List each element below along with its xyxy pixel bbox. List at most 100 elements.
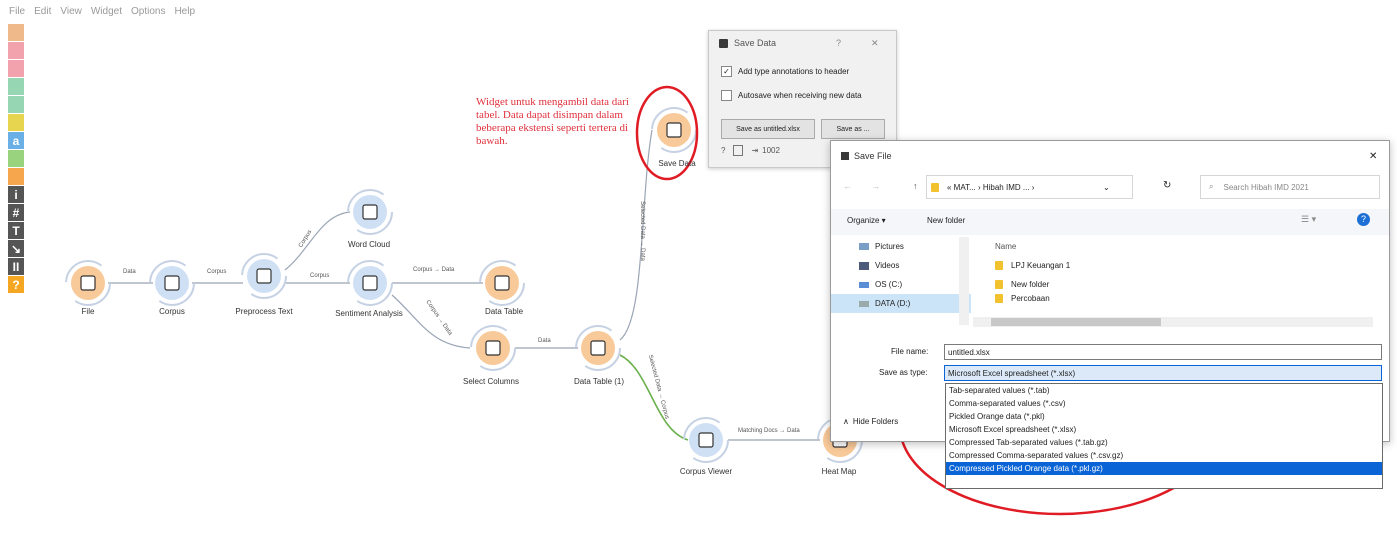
- search-placeholder: Search Hibah IMD 2021: [1223, 182, 1309, 192]
- forward-arrow-icon[interactable]: →: [871, 181, 880, 191]
- navigation-pane: Pictures Videos OS (C:) DATA (D:): [831, 237, 971, 325]
- option-autosave-label: Autosave when receiving new data: [738, 90, 862, 100]
- nav-item-os-c[interactable]: OS (C:): [831, 275, 971, 294]
- status-bar: ? ⇥ 1002: [721, 145, 780, 156]
- node-label-wordcloud: Word Cloud: [347, 240, 391, 249]
- save-as-button[interactable]: Save as ...: [821, 119, 885, 139]
- file-item-percobaan[interactable]: Percobaan: [981, 294, 1371, 304]
- table-icon: [494, 275, 510, 291]
- nav-osc-label: OS (C:): [875, 280, 903, 289]
- hide-folders-label: Hide Folders: [852, 417, 899, 426]
- help-icon[interactable]: ?: [721, 146, 725, 155]
- view-options-icon[interactable]: ☰ ▾: [1301, 214, 1316, 225]
- file-type-option[interactable]: Compressed Comma-separated values (*.csv…: [946, 449, 1382, 462]
- folder-icon: [931, 182, 939, 192]
- file-type-option[interactable]: Compressed Tab-separated values (*.tab.g…: [946, 436, 1382, 449]
- help-circle-icon[interactable]: ?: [1357, 213, 1370, 226]
- file-list: Name LPJ Keuangan 1 New folder Percobaan: [981, 237, 1371, 325]
- status-count: 1002: [762, 146, 780, 155]
- table-icon: [590, 340, 606, 356]
- node-label-datatable: Data Table: [484, 307, 524, 316]
- folder-icon: [995, 261, 1003, 270]
- corpus-icon: [164, 275, 180, 291]
- report-icon[interactable]: [733, 145, 744, 156]
- nav-scrollbar[interactable]: [959, 237, 969, 325]
- savetype-label: Save as type:: [879, 368, 928, 377]
- node-selectcolumns[interactable]: [470, 325, 516, 371]
- file-type-option[interactable]: Microsoft Excel spreadsheet (*.xlsx): [946, 423, 1382, 436]
- savetype-value: Microsoft Excel spreadsheet (*.xlsx): [948, 368, 1076, 378]
- filename-value: untitled.xlsx: [948, 347, 990, 357]
- node-preprocess[interactable]: [241, 253, 287, 299]
- node-savedata[interactable]: [651, 107, 697, 153]
- save-data-titlebar[interactable]: Save Data ? ✕: [709, 31, 896, 55]
- node-label-heatmap: Heat Map: [821, 467, 857, 476]
- savetype-select[interactable]: Microsoft Excel spreadsheet (*.xlsx): [944, 365, 1382, 381]
- scroll-thumb[interactable]: [991, 318, 1161, 326]
- nav-item-data-d[interactable]: DATA (D:): [831, 294, 971, 313]
- pictures-icon: [859, 243, 869, 250]
- node-label-selectcolumns: Select Columns: [462, 377, 520, 386]
- word-cloud-icon: [362, 204, 378, 220]
- save-data-close-button[interactable]: ✕: [871, 38, 879, 49]
- save-file-close-button[interactable]: ✕: [1369, 151, 1377, 162]
- filename-input[interactable]: untitled.xlsx: [944, 344, 1382, 360]
- file-type-option[interactable]: Tab-separated values (*.tab): [946, 384, 1382, 397]
- annotation-text[interactable]: Widget untuk mengambil data dari tabel. …: [476, 96, 651, 148]
- search-input[interactable]: ⌕ Search Hibah IMD 2021: [1200, 175, 1380, 199]
- drive-icon: [859, 300, 869, 307]
- nav-datad-label: DATA (D:): [875, 299, 911, 308]
- save-file-titlebar[interactable]: Save File: [841, 151, 892, 161]
- save-as-untitled-button[interactable]: Save as untitled.xlsx: [721, 119, 815, 139]
- folder-icon: [995, 280, 1003, 289]
- organize-button[interactable]: Organize ▾: [847, 216, 886, 225]
- link-label-select-datatable1: Data: [538, 338, 551, 344]
- save-data-title: Save Data: [734, 38, 777, 48]
- file-item-label: New folder: [1011, 280, 1050, 289]
- node-datatable[interactable]: [479, 260, 525, 306]
- column-header-name[interactable]: Name: [981, 237, 1371, 256]
- node-wordcloud[interactable]: [347, 189, 393, 235]
- hide-folders-button[interactable]: ∧ Hide Folders: [843, 417, 898, 426]
- save-data-help-button[interactable]: ?: [836, 38, 841, 48]
- option-autosave[interactable]: Autosave when receiving new data: [709, 85, 896, 105]
- file-type-dropdown: Tab-separated values (*.tab) Comma-separ…: [945, 383, 1383, 489]
- node-datatable1[interactable]: [575, 325, 621, 371]
- node-label-corpusviewer: Corpus Viewer: [679, 467, 733, 476]
- node-file[interactable]: [65, 260, 111, 306]
- checkbox-unchecked-icon[interactable]: [721, 89, 732, 101]
- drive-icon: [859, 281, 869, 288]
- node-corpusviewer[interactable]: [683, 417, 729, 463]
- floppy-icon: [719, 38, 728, 48]
- address-bar[interactable]: « MAT... › Hibah IMD ... › ⌄: [926, 175, 1133, 199]
- checkbox-checked-icon[interactable]: ✓: [721, 65, 732, 77]
- nav-pictures-label: Pictures: [875, 242, 904, 251]
- node-label-sentiment: Sentiment Analysis: [335, 309, 403, 318]
- link-label-preprocess-sentiment: Corpus: [310, 273, 330, 279]
- refresh-icon[interactable]: ↻: [1163, 180, 1171, 191]
- link-label-corpus-preprocess: Corpus: [207, 269, 227, 275]
- horizontal-scrollbar[interactable]: [973, 317, 1373, 327]
- nav-item-videos[interactable]: Videos: [831, 256, 971, 275]
- file-item-new-folder[interactable]: New folder: [981, 275, 1371, 294]
- masks-icon: [362, 275, 378, 291]
- file-item-label: LPJ Keuangan 1: [1011, 261, 1071, 270]
- file-icon: [80, 275, 96, 291]
- up-arrow-icon[interactable]: ↑: [913, 181, 918, 191]
- output-icon: ⇥: [751, 146, 759, 155]
- chevron-down-icon[interactable]: ⌄: [1103, 183, 1110, 192]
- file-type-option[interactable]: Comma-separated values (*.csv): [946, 397, 1382, 410]
- save-file-title: Save File: [854, 151, 892, 161]
- file-type-option-selected[interactable]: Compressed Pickled Orange data (*.pkl.gz…: [946, 462, 1382, 475]
- nav-item-pictures[interactable]: Pictures: [831, 237, 971, 256]
- new-folder-button[interactable]: New folder: [927, 216, 965, 225]
- option-type-annotations[interactable]: ✓ Add type annotations to header: [709, 61, 896, 81]
- node-corpus[interactable]: [149, 260, 195, 306]
- link-label-corpusviewer-heatmap: Matching Docs → Data: [738, 428, 800, 434]
- file-item-lpj[interactable]: LPJ Keuangan 1: [981, 256, 1371, 275]
- back-arrow-icon[interactable]: ←: [843, 181, 852, 191]
- file-type-option[interactable]: Pickled Orange data (*.pkl): [946, 410, 1382, 423]
- node-sentiment[interactable]: [347, 260, 393, 306]
- videos-icon: [859, 261, 869, 270]
- filename-label: File name:: [891, 347, 929, 356]
